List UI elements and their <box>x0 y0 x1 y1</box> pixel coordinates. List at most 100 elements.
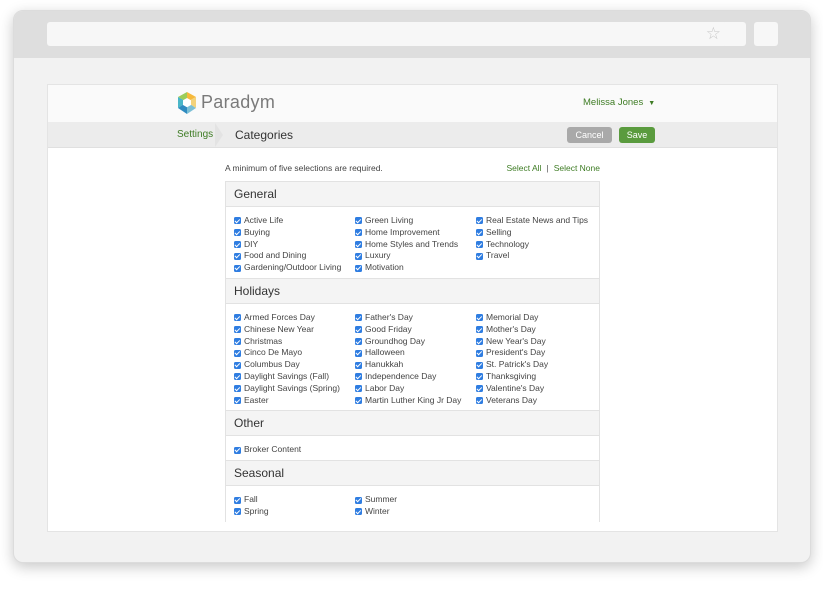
checkbox-checked[interactable] <box>476 326 483 334</box>
checkbox-checked[interactable] <box>234 496 241 504</box>
checkbox-checked[interactable] <box>476 314 483 322</box>
browser-button[interactable] <box>722 22 746 46</box>
checkbox-checked[interactable] <box>476 240 483 248</box>
category-option[interactable]: New Year's Day <box>476 336 597 348</box>
category-option[interactable]: Thanksgiving <box>476 371 597 383</box>
checkbox-checked[interactable] <box>355 217 362 225</box>
checkbox-checked[interactable] <box>355 508 362 516</box>
category-option[interactable]: Armed Forces Day <box>234 312 355 324</box>
category-option[interactable]: Martin Luther King Jr Day <box>355 395 476 407</box>
checkbox-checked[interactable] <box>476 217 483 225</box>
select-none-link[interactable]: Select None <box>554 163 600 173</box>
category-option[interactable]: Technology <box>476 239 597 251</box>
category-option[interactable]: Independence Day <box>355 371 476 383</box>
address-bar[interactable]: ☆ <box>47 22 727 46</box>
checkbox-checked[interactable] <box>234 446 241 454</box>
selection-toolbar: A minimum of five selections are require… <box>225 149 600 181</box>
checkbox-checked[interactable] <box>476 373 483 381</box>
category-option[interactable]: Groundhog Day <box>355 336 476 348</box>
checkbox-checked[interactable] <box>355 385 362 393</box>
category-option[interactable]: Home Improvement <box>355 227 476 239</box>
category-option[interactable]: Real Estate News and Tips <box>476 215 597 227</box>
category-option[interactable]: Chinese New Year <box>234 324 355 336</box>
category-option[interactable]: Valentine's Day <box>476 383 597 395</box>
category-option[interactable]: Good Friday <box>355 324 476 336</box>
user-menu[interactable]: Melissa Jones ▼ <box>583 97 655 108</box>
star-icon[interactable]: ☆ <box>706 24 721 44</box>
checkbox-checked[interactable] <box>234 326 241 334</box>
category-option[interactable]: President's Day <box>476 347 597 359</box>
select-all-link[interactable]: Select All <box>507 163 542 173</box>
checkbox-checked[interactable] <box>234 349 241 357</box>
category-grid: Broker Content <box>226 436 599 460</box>
checkbox-checked[interactable] <box>476 229 483 237</box>
checkbox-checked[interactable] <box>355 361 362 369</box>
checkbox-checked[interactable] <box>234 361 241 369</box>
category-option[interactable]: Summer <box>355 494 476 506</box>
category-option[interactable]: DIY <box>234 239 355 251</box>
checkbox-checked[interactable] <box>234 264 241 272</box>
checkbox-checked[interactable] <box>355 314 362 322</box>
category-option[interactable]: Columbus Day <box>234 359 355 371</box>
checkbox-checked[interactable] <box>234 385 241 393</box>
category-label: Daylight Savings (Fall) <box>244 370 330 381</box>
checkbox-checked[interactable] <box>234 337 241 345</box>
category-option[interactable]: Halloween <box>355 347 476 359</box>
checkbox-checked[interactable] <box>234 508 241 516</box>
checkbox-checked[interactable] <box>355 496 362 504</box>
checkbox-checked[interactable] <box>355 229 362 237</box>
checkbox-checked[interactable] <box>234 314 241 322</box>
category-option[interactable]: Easter <box>234 395 355 407</box>
category-option[interactable]: Daylight Savings (Fall) <box>234 371 355 383</box>
category-option[interactable]: Broker Content <box>234 444 355 456</box>
category-option[interactable]: Active Life <box>234 215 355 227</box>
category-option[interactable]: Christmas <box>234 336 355 348</box>
save-button[interactable]: Save <box>619 127 655 143</box>
category-option[interactable]: Veterans Day <box>476 395 597 407</box>
category-option[interactable]: St. Patrick's Day <box>476 359 597 371</box>
checkbox-checked[interactable] <box>476 385 483 393</box>
checkbox-checked[interactable] <box>234 396 241 404</box>
checkbox-checked[interactable] <box>476 396 483 404</box>
category-option[interactable]: Fall <box>234 494 355 506</box>
checkbox-checked[interactable] <box>355 252 362 260</box>
category-option[interactable]: Travel <box>476 250 597 262</box>
checkbox-checked[interactable] <box>234 373 241 381</box>
checkbox-checked[interactable] <box>234 229 241 237</box>
category-option[interactable]: Cinco De Mayo <box>234 347 355 359</box>
category-option[interactable]: Food and Dining <box>234 250 355 262</box>
checkbox-checked[interactable] <box>234 240 241 248</box>
breadcrumb-settings[interactable]: Settings <box>177 129 213 140</box>
cancel-button[interactable]: Cancel <box>567 127 612 143</box>
category-option[interactable]: Home Styles and Trends <box>355 239 476 251</box>
category-option[interactable]: Buying <box>234 227 355 239</box>
checkbox-checked[interactable] <box>355 240 362 248</box>
category-option[interactable]: Selling <box>476 227 597 239</box>
checkbox-checked[interactable] <box>476 252 483 260</box>
category-option[interactable]: Gardening/Outdoor Living <box>234 262 355 274</box>
category-label: Columbus Day <box>244 359 300 370</box>
category-option[interactable]: Luxury <box>355 250 476 262</box>
checkbox-checked[interactable] <box>476 361 483 369</box>
category-option[interactable]: Daylight Savings (Spring) <box>234 383 355 395</box>
checkbox-checked[interactable] <box>234 217 241 225</box>
category-option[interactable]: Father's Day <box>355 312 476 324</box>
category-option[interactable]: Mother's Day <box>476 324 597 336</box>
category-option[interactable]: Green Living <box>355 215 476 227</box>
checkbox-checked[interactable] <box>476 349 483 357</box>
checkbox-checked[interactable] <box>355 349 362 357</box>
category-option[interactable]: Hanukkah <box>355 359 476 371</box>
checkbox-checked[interactable] <box>355 396 362 404</box>
checkbox-checked[interactable] <box>234 252 241 260</box>
checkbox-checked[interactable] <box>355 326 362 334</box>
browser-button[interactable] <box>754 22 778 46</box>
category-option[interactable]: Labor Day <box>355 383 476 395</box>
category-option[interactable]: Winter <box>355 506 476 518</box>
checkbox-checked[interactable] <box>355 337 362 345</box>
category-option[interactable]: Memorial Day <box>476 312 597 324</box>
category-option[interactable]: Motivation <box>355 262 476 274</box>
category-option[interactable]: Spring <box>234 506 355 518</box>
checkbox-checked[interactable] <box>355 264 362 272</box>
checkbox-checked[interactable] <box>355 373 362 381</box>
checkbox-checked[interactable] <box>476 337 483 345</box>
